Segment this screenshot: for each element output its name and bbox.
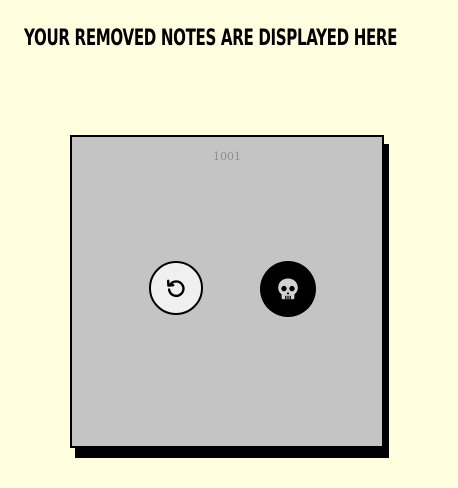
delete-forever-button[interactable] xyxy=(260,261,316,317)
page-title: Your removed notes are displayed here xyxy=(24,26,398,51)
restore-icon xyxy=(164,276,188,300)
skull-icon xyxy=(275,276,301,302)
restore-note-button[interactable] xyxy=(149,261,203,315)
removed-note-card: 1001 xyxy=(70,135,384,448)
note-id: 1001 xyxy=(213,150,241,163)
